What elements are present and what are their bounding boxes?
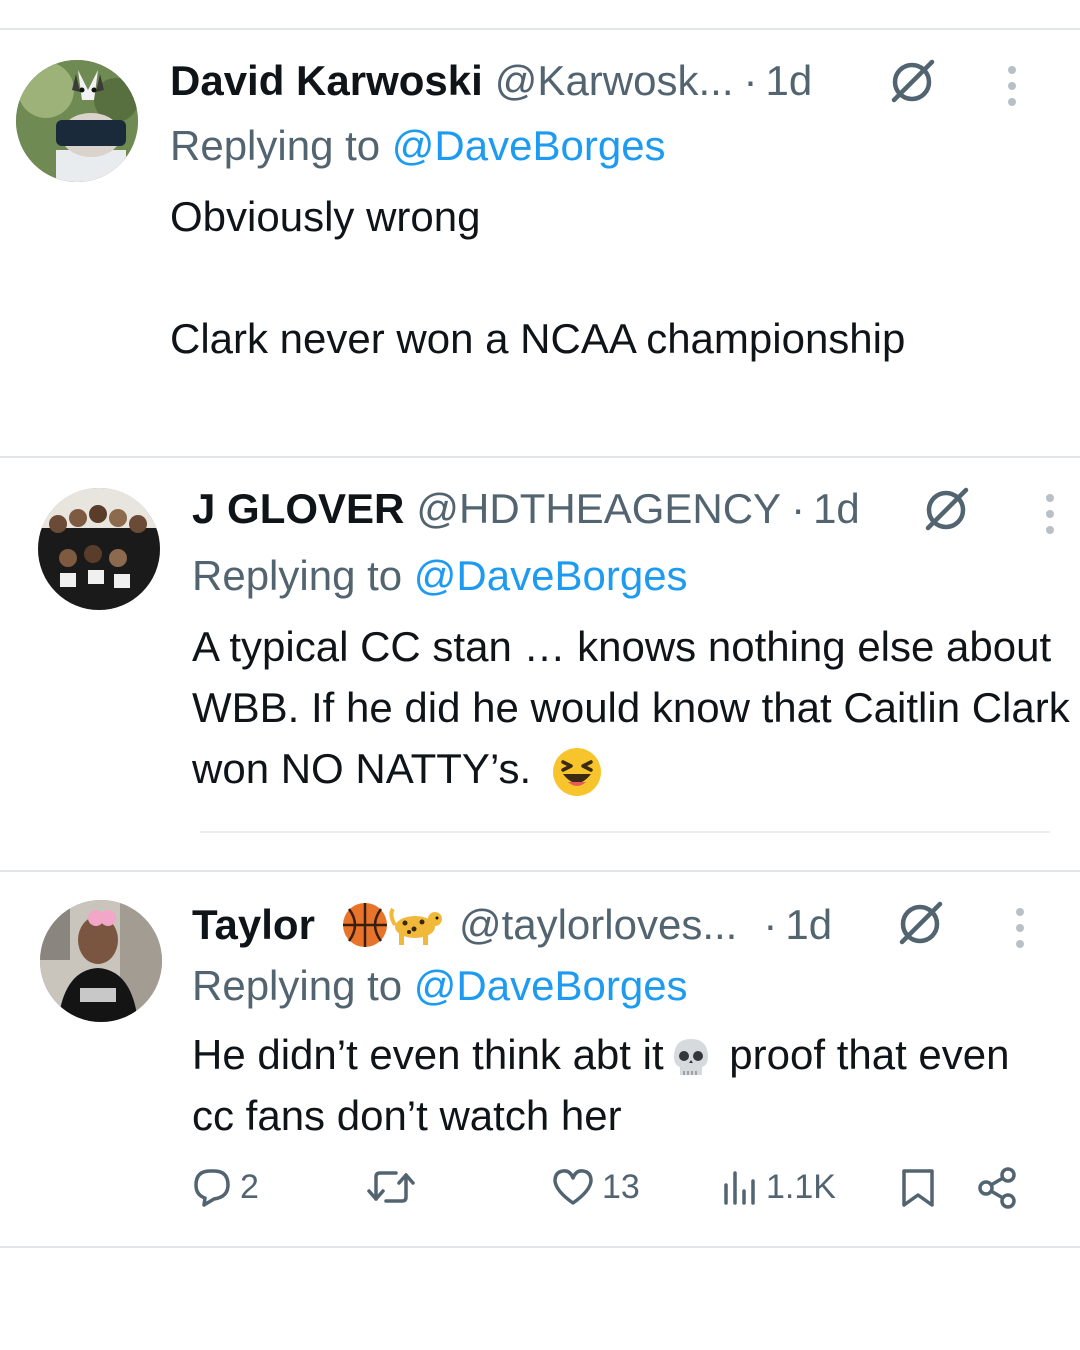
user-handle[interactable]: @HDTHEAGENCY: [416, 485, 781, 533]
basketball-emoji: [342, 903, 387, 947]
views-icon: [724, 1171, 755, 1205]
tweet-text-part: He didn’t even think abt it: [192, 1031, 664, 1078]
avatar[interactable]: [40, 900, 162, 1022]
avatar[interactable]: [38, 488, 160, 610]
replying-prefix: Replying to: [192, 552, 414, 599]
replying-to-line: Replying to @DaveBorges: [192, 962, 688, 1010]
view-count: 1.1K: [766, 1167, 836, 1206]
tweet-paragraph: Clark never won a NCAA championship: [170, 315, 906, 362]
bookmark-icon: [902, 1169, 934, 1207]
display-name[interactable]: J GLOVER: [192, 485, 404, 533]
replying-to-line: Replying to @DaveBorges: [192, 552, 688, 600]
tweet-text: A typical CC stan … knows nothing else a…: [192, 616, 1072, 799]
avatar[interactable]: [16, 60, 138, 182]
skull-emoji: [673, 1038, 708, 1075]
fan-photo-avatar: [40, 900, 162, 1022]
grok-icon[interactable]: [896, 900, 946, 946]
tweet-reply-2[interactable]: J GLOVER @HDTHEAGENCY · 1d Replying to @…: [0, 458, 1080, 870]
retweet-button[interactable]: [366, 1165, 422, 1209]
tweet-header: Taylor @taylorloves... · 1d: [192, 900, 832, 950]
separator-dot: ·: [791, 485, 806, 532]
tweet-text: Obviously wrong Clark never won a NCAA c…: [170, 186, 1050, 369]
views-button[interactable]: 1.1K: [720, 1165, 836, 1209]
reply-button[interactable]: 2: [190, 1165, 259, 1209]
timestamp[interactable]: 1d: [813, 485, 860, 533]
more-options-icon[interactable]: [1046, 494, 1054, 534]
like-count: 13: [602, 1167, 640, 1206]
husky-mask-avatar: [16, 60, 138, 182]
laughing-squint-emoji: [552, 747, 601, 796]
replying-prefix: Replying to: [192, 962, 414, 1009]
replying-prefix: Replying to: [170, 122, 392, 169]
bottom-divider: [0, 1246, 1080, 1248]
reply-icon: [194, 1169, 230, 1207]
retweet-icon: [367, 1171, 415, 1203]
share-icon: [978, 1167, 1016, 1209]
mention-link[interactable]: @DaveBorges: [414, 552, 688, 599]
display-name[interactable]: Taylor: [192, 901, 315, 949]
separator-dot: ·: [743, 57, 758, 104]
share-button[interactable]: [976, 1165, 1020, 1211]
separator-dot: ·: [763, 901, 778, 948]
leopard-emoji: [389, 907, 442, 945]
tweet-reply-1[interactable]: David Karwoski @Karwosk... · 1d Replying…: [0, 0, 1080, 458]
heart-icon: [553, 1169, 593, 1205]
mention-link[interactable]: @DaveBorges: [414, 962, 688, 1009]
tweet-header: J GLOVER @HDTHEAGENCY · 1d: [192, 484, 860, 534]
team-photo-avatar: [38, 488, 160, 610]
grok-icon[interactable]: [888, 58, 938, 104]
grok-icon[interactable]: [922, 486, 972, 532]
display-name[interactable]: David Karwoski: [170, 57, 483, 105]
mention-link[interactable]: @DaveBorges: [392, 122, 666, 169]
more-options-icon[interactable]: [1008, 66, 1016, 106]
reply-count: 2: [240, 1167, 259, 1206]
tweet-action-bar: 2 13 1.1K: [190, 1165, 1030, 1225]
tweet-paragraph: A typical CC stan … knows nothing else a…: [192, 623, 1070, 792]
replying-to-line: Replying to @DaveBorges: [170, 122, 666, 170]
tweet-header: David Karwoski @Karwosk... · 1d: [170, 56, 812, 106]
user-handle[interactable]: @Karwosk...: [495, 57, 734, 105]
partial-action-row: [200, 831, 1050, 833]
like-button[interactable]: 13: [550, 1165, 640, 1209]
tweet-paragraph: Obviously wrong: [170, 193, 481, 240]
more-options-icon[interactable]: [1016, 908, 1024, 948]
timestamp[interactable]: 1d: [766, 57, 813, 105]
timestamp[interactable]: 1d: [785, 901, 832, 949]
user-handle[interactable]: @taylorloves...: [459, 901, 737, 949]
bookmark-button[interactable]: [898, 1165, 938, 1211]
tweet-text: He didn’t even think abt it proof that e…: [192, 1024, 1052, 1146]
